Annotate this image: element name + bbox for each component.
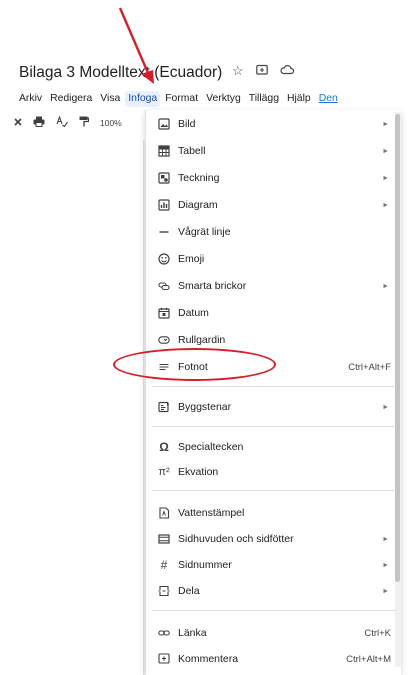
submenu-arrow-icon: ► [382, 120, 389, 128]
zoom-select[interactable]: 100% [100, 118, 122, 128]
menu-bar: Arkiv Redigera Visa Infoga Format Verkty… [19, 91, 346, 107]
menu-item-ekvation[interactable]: π² Ekvation [152, 461, 394, 483]
menu-item-teckning[interactable]: Teckning ► [152, 167, 394, 189]
comment-icon [158, 653, 170, 665]
paint-format-icon[interactable] [79, 116, 90, 130]
menu-item-sidnummer[interactable]: # Sidnummer ► [152, 554, 394, 576]
menu-item-datum[interactable]: Datum [152, 302, 394, 324]
menu-hjalp[interactable]: Hjälp [287, 91, 311, 107]
omega-icon: Ω [159, 440, 169, 454]
emoji-icon [158, 253, 170, 265]
menu-item-kommentera[interactable]: Kommentera Ctrl+Alt+M [152, 648, 394, 670]
submenu-arrow-icon: ► [382, 403, 389, 411]
image-icon [158, 118, 170, 130]
building-blocks-icon [158, 401, 170, 413]
shortcut-label: Ctrl+Alt+F [348, 361, 391, 373]
menu-tillagg[interactable]: Tillägg [249, 91, 279, 107]
submenu-arrow-icon: ► [382, 587, 389, 595]
submenu-arrow-icon: ► [382, 535, 389, 543]
menu-item-smarta-brickor[interactable]: Smarta brickor ► [152, 275, 394, 297]
menu-item-dela[interactable]: Dela ► [152, 580, 394, 602]
header-footer-icon [158, 533, 170, 545]
menu-divider [152, 426, 396, 427]
menu-item-lanka[interactable]: Länka Ctrl+K [152, 622, 394, 644]
redo-icon[interactable] [14, 117, 22, 129]
highlight-ellipse [113, 348, 276, 381]
last-edit-link[interactable]: Den [319, 91, 338, 107]
calendar-icon [158, 307, 170, 319]
dropdown-icon [158, 334, 170, 346]
menu-item-emoji[interactable]: Emoji [152, 248, 394, 270]
star-icon[interactable]: ☆ [232, 63, 244, 79]
menu-arkiv[interactable]: Arkiv [19, 91, 42, 107]
link-icon [158, 627, 170, 639]
move-to-folder-icon[interactable] [255, 63, 268, 79]
document-canvas [0, 140, 148, 675]
spellcheck-icon[interactable] [56, 115, 68, 130]
submenu-arrow-icon: ► [382, 282, 389, 290]
cloud-status-icon[interactable] [280, 63, 294, 79]
print-icon[interactable] [33, 116, 45, 130]
menu-scrollbar[interactable] [395, 112, 401, 667]
horizontal-line-icon [158, 226, 170, 238]
document-title[interactable]: Bilaga 3 Modelltext (Ecuador) [19, 64, 222, 82]
toolbar: 100% [14, 115, 122, 130]
submenu-arrow-icon: ► [382, 147, 389, 155]
title-icons: ☆ [232, 63, 294, 79]
menu-item-diagram[interactable]: Diagram ► [152, 194, 394, 216]
hash-icon: # [160, 558, 168, 572]
drawing-icon [158, 172, 170, 184]
menu-item-tabell[interactable]: Tabell ► [152, 140, 394, 162]
shortcut-label: Ctrl+Alt+M [346, 653, 391, 665]
shortcut-label: Ctrl+K [364, 627, 391, 639]
menu-item-vagrat-linje[interactable]: Vågrät linje [152, 221, 394, 243]
insert-menu: Bild ► Tabell ► Teckning ► Diagram ► Våg… [145, 110, 401, 675]
smart-chips-icon [158, 280, 170, 292]
document-page[interactable] [0, 140, 144, 675]
menu-redigera[interactable]: Redigera [50, 91, 92, 107]
submenu-arrow-icon: ► [382, 201, 389, 209]
menu-item-sidhuvuden[interactable]: Sidhuvuden och sidfötter ► [152, 528, 394, 550]
submenu-arrow-icon: ► [382, 174, 389, 182]
watermark-icon [158, 507, 170, 519]
menu-infoga[interactable]: Infoga [125, 91, 161, 107]
submenu-arrow-icon: ► [382, 561, 389, 569]
menu-verktyg[interactable]: Verktyg [206, 91, 241, 107]
menu-item-byggstenar[interactable]: Byggstenar ► [152, 396, 394, 418]
menu-divider [152, 610, 396, 611]
menu-divider [152, 490, 396, 491]
chart-icon [158, 199, 170, 211]
menu-scrollbar-thumb[interactable] [395, 114, 400, 582]
menu-visa[interactable]: Visa [100, 91, 120, 107]
pi-icon: π² [158, 466, 170, 478]
menu-item-bild[interactable]: Bild ► [152, 113, 394, 135]
menu-item-vattenstampel[interactable]: Vattenstämpel [152, 502, 394, 524]
table-icon [158, 145, 170, 157]
menu-item-specialtecken[interactable]: Ω Specialtecken [152, 436, 394, 458]
break-icon [158, 585, 170, 597]
menu-format[interactable]: Format [165, 91, 198, 107]
menu-divider [152, 386, 396, 387]
